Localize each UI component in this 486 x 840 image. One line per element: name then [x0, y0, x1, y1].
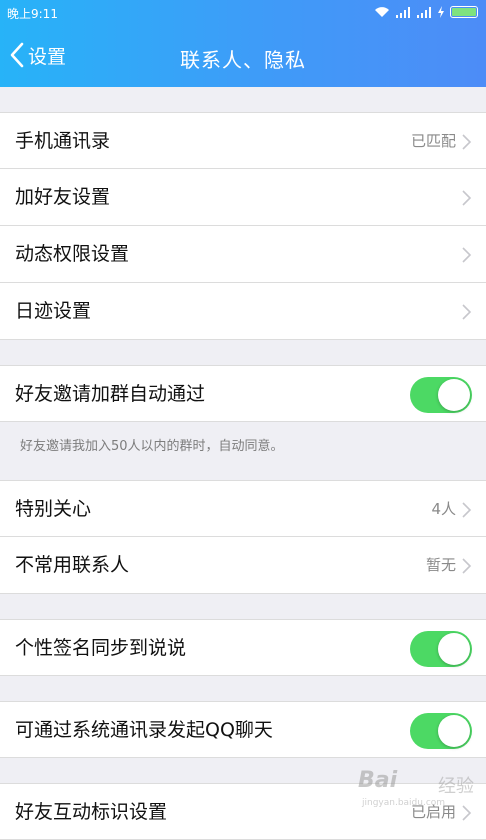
qq-chat-toggle[interactable] [410, 713, 472, 749]
row-value: 已匹配 [410, 132, 456, 150]
row-feed-permission[interactable]: 动态权限设置 [0, 226, 486, 283]
row-label: 好友互动标识设置 [15, 801, 168, 823]
toggle-knob [438, 715, 470, 747]
toggle-knob [438, 379, 470, 411]
settings-list: 手机通讯录 已匹配 加好友设置 动态权限设置 日迹设置 好友邀请加群自动通过 好… [0, 87, 486, 840]
row-value: 4人 [431, 500, 456, 518]
row-infrequent-contacts[interactable]: 不常用联系人 暂无 [0, 537, 486, 594]
row-value: 暂无 [425, 556, 456, 574]
row-value: 已启用 [410, 803, 456, 821]
chevron-right-icon [462, 190, 472, 206]
row-label: 不常用联系人 [15, 554, 130, 576]
battery-icon [450, 6, 478, 18]
section-gap [0, 340, 486, 365]
chevron-right-icon [462, 558, 472, 574]
status-bar: 晚上9:11 [0, 0, 486, 24]
signal-icon-2 [417, 7, 431, 18]
section-gap [0, 758, 486, 783]
row-group-invite-auto-accept: 好友邀请加群自动通过 [0, 365, 486, 422]
group-invite-toggle[interactable] [410, 377, 472, 413]
chevron-right-icon [462, 134, 472, 150]
chevron-right-icon [462, 502, 472, 518]
section-gap [0, 87, 486, 112]
row-daily-story-settings[interactable]: 日迹设置 [0, 283, 486, 340]
row-interaction-badge-settings[interactable]: 好友互动标识设置 已启用 [0, 783, 486, 840]
status-icons [374, 5, 478, 19]
row-special-care[interactable]: 特别关心 4人 [0, 480, 486, 537]
chevron-right-icon [462, 247, 472, 263]
signal-icon [396, 7, 410, 18]
chevron-right-icon [462, 805, 472, 821]
wifi-icon [375, 7, 389, 17]
section-gap [0, 594, 486, 619]
charging-icon [438, 6, 444, 18]
row-label: 手机通讯录 [15, 130, 111, 152]
section-gap [0, 676, 486, 701]
row-label: 可通过系统通讯录发起QQ聊天 [15, 719, 273, 741]
status-time: 晚上9:11 [7, 7, 58, 21]
page-title: 联系人、隐私 [180, 48, 306, 72]
row-label: 日迹设置 [15, 300, 92, 322]
row-label: 好友邀请加群自动通过 [15, 383, 206, 405]
note-text: 好友邀请我加入50人以内的群时，自动同意。 [20, 439, 284, 454]
chevron-right-icon [462, 304, 472, 320]
toggle-knob [438, 633, 470, 665]
row-label: 动态权限设置 [15, 243, 130, 265]
app-header: 晚上9:11 设置 联系人、隐私 [0, 0, 486, 87]
signature-sync-toggle[interactable] [410, 631, 472, 667]
row-label: 特别关心 [15, 498, 92, 520]
row-phone-contacts[interactable]: 手机通讯录 已匹配 [0, 112, 486, 169]
row-signature-sync: 个性签名同步到说说 [0, 619, 486, 676]
row-qq-chat-from-contacts: 可通过系统通讯录发起QQ聊天 [0, 701, 486, 758]
row-label: 加好友设置 [15, 186, 111, 208]
row-add-friend-settings[interactable]: 加好友设置 [0, 169, 486, 226]
group-invite-note: 好友邀请我加入50人以内的群时，自动同意。 [0, 422, 486, 480]
row-label: 个性签名同步到说说 [15, 637, 187, 659]
